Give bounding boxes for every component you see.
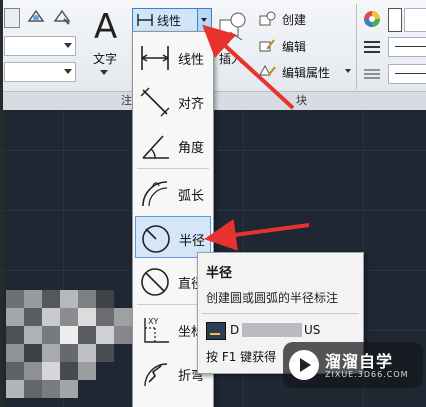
tooltip-help-hint: 按 F1 键获得	[206, 350, 277, 364]
insert-block-icon[interactable]	[216, 10, 250, 44]
autocad-window: 注 块 A 文字 线性 插入 创建 编辑 编辑属性 线性 对齐 角度 弧长 半径…	[0, 0, 426, 407]
edit-attribute-label[interactable]: 编辑属性	[282, 64, 330, 81]
tooltip-command-name: D	[230, 323, 240, 337]
menu-item-linear[interactable]: 线性	[135, 36, 211, 78]
menu-item-label: 对齐	[178, 97, 205, 112]
dimension-split-button[interactable]: 线性	[132, 8, 212, 32]
linear-dimension-icon	[137, 14, 153, 26]
play-logo-icon	[289, 350, 319, 380]
menu-item-label: 弧长	[178, 189, 205, 204]
aligned-dimension-icon	[140, 87, 170, 117]
menu-item-arc-length[interactable]: 弧长	[135, 172, 211, 214]
block-panel-title[interactable]: 块	[296, 92, 307, 108]
blurred-command-text	[242, 323, 302, 337]
menu-item-label: 半径	[179, 234, 206, 249]
menu-item-angular[interactable]: 角度	[135, 124, 211, 166]
lineweight-icon[interactable]	[364, 39, 380, 53]
diameter-dimension-icon	[141, 268, 169, 296]
tooltip-separator	[202, 313, 359, 314]
insert-label[interactable]: 插入	[219, 50, 243, 67]
layer-dropdown[interactable]	[4, 36, 76, 56]
tooltip-command-suffix: US	[304, 323, 321, 337]
watermark-name: 溜溜自学	[325, 352, 394, 371]
jogged-dimension-icon	[144, 363, 168, 387]
create-block-icon[interactable]	[258, 11, 276, 27]
edit-block-icon[interactable]	[258, 37, 276, 53]
arc-length-icon	[142, 181, 168, 207]
text-dropdown-arrow-icon[interactable]	[100, 70, 108, 75]
dimension-button-label: 线性	[157, 14, 182, 28]
menu-item-label: 线性	[178, 53, 205, 68]
tooltip-title: 半径	[206, 266, 233, 281]
edit-attribute-dropdown-icon[interactable]	[345, 69, 351, 73]
watermark: 溜溜自学 ZIXUE.3D66.COM	[283, 342, 423, 388]
text-tool-label[interactable]: 文字	[93, 50, 117, 67]
svg-text:XY: XY	[148, 317, 158, 326]
watermark-url: ZIXUE.3D66.COM	[325, 370, 409, 379]
tooltip-description: 创建圆或圆弧的半径标注	[206, 291, 339, 305]
dimension-dropdown-toggle[interactable]	[197, 9, 211, 31]
layer-tool-icon[interactable]	[4, 8, 20, 28]
layer-isolate-icon[interactable]	[26, 7, 46, 27]
blurred-drawing-region	[6, 290, 132, 407]
menu-item-label: 角度	[178, 141, 205, 156]
menu-separator	[137, 168, 209, 169]
color-wheel-icon[interactable]	[362, 9, 382, 29]
lineweight-dropdown[interactable]	[388, 37, 426, 57]
annotation-panel-title[interactable]: 注	[121, 92, 132, 108]
text-a-icon[interactable]: A	[92, 4, 122, 47]
menu-item-aligned[interactable]: 对齐	[135, 80, 211, 122]
linetype-dropdown[interactable]	[388, 64, 426, 84]
linear-dimension-icon	[141, 46, 169, 70]
chevron-down-icon	[201, 18, 207, 22]
color-dropdown[interactable]	[404, 8, 426, 32]
ribbon-divider	[356, 4, 357, 90]
linetype-icon[interactable]	[364, 66, 380, 80]
command-prompt-icon	[206, 322, 226, 340]
radius-dimension-icon	[142, 225, 170, 253]
angular-dimension-icon	[142, 135, 169, 159]
layer-match-icon[interactable]	[52, 7, 72, 27]
ribbon-panel-title-bar	[3, 91, 426, 110]
create-block-label[interactable]: 创建	[282, 11, 306, 28]
edit-block-label[interactable]: 编辑	[282, 38, 306, 55]
edit-attribute-icon[interactable]	[258, 63, 276, 79]
color-swatch[interactable]	[388, 8, 402, 32]
svg-text:A: A	[94, 7, 117, 44]
layer-state-dropdown[interactable]	[4, 62, 76, 82]
ordinate-dimension-icon: XY	[144, 317, 169, 343]
